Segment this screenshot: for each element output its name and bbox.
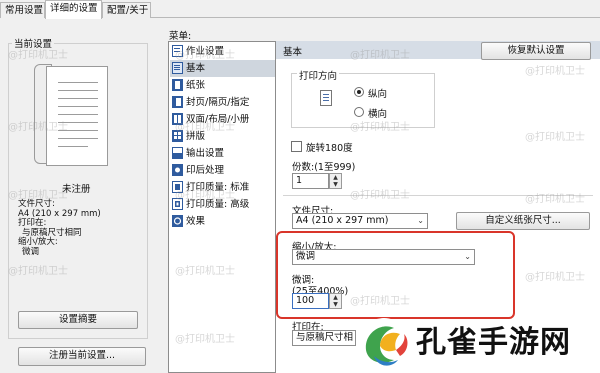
- info-line: 微调: [22, 246, 40, 257]
- landscape-label: 横向: [368, 109, 388, 120]
- menu-label: 菜单:: [169, 31, 192, 42]
- finishing-icon: [172, 164, 183, 176]
- site-logo: 孔雀手游网: [356, 314, 600, 373]
- menu-item-quality-advanced[interactable]: 打印质量: 高级: [170, 196, 275, 213]
- up-arrow-icon[interactable]: ▲: [330, 174, 341, 181]
- effects-icon: [172, 215, 183, 227]
- tab-strip: 常用设置 详细的设置 配置/关于: [0, 0, 600, 19]
- job-settings-icon: [172, 45, 183, 57]
- imposition-icon: [172, 130, 183, 142]
- rotate-180-label: 旋转180度: [306, 143, 353, 154]
- menu-item-label: 拼版: [186, 131, 206, 142]
- copies-input[interactable]: 1: [292, 173, 329, 189]
- registration-status: 未注册: [62, 184, 91, 195]
- portrait-page-icon: [320, 90, 332, 109]
- tab-detailed-settings[interactable]: 详细的设置: [45, 0, 102, 19]
- cover-icon: [172, 96, 183, 108]
- paper-icon: [172, 79, 183, 91]
- print-on-select[interactable]: 与原稿尺寸相: [292, 330, 356, 346]
- tab-label: 配置/关于: [107, 5, 149, 16]
- menu-item-label: 效果: [186, 216, 206, 227]
- menu-tree: 作业设置 基本 纸张 封页/隔页/指定 双面/布局/小册 拼版 输出设置 印后处…: [168, 41, 276, 373]
- menu-item-output-settings[interactable]: 输出设置: [170, 145, 275, 162]
- print-quality-icon: [172, 181, 183, 193]
- orientation-label: 打印方向: [297, 68, 340, 82]
- current-settings-title: 当前设置: [12, 36, 55, 50]
- menu-item-label: 作业设置: [186, 46, 225, 57]
- register-current-settings-button[interactable]: 注册当前设置...: [18, 347, 146, 366]
- menu-item-effects[interactable]: 效果: [170, 213, 275, 230]
- tab-label: 常用设置: [5, 5, 44, 16]
- paper-size-select[interactable]: A4 (210 x 297 mm) ⌄: [292, 213, 428, 229]
- divider: [283, 195, 593, 196]
- menu-item-label: 印后处理: [186, 165, 225, 176]
- pane-title: 基本: [283, 47, 303, 58]
- copies-spinner[interactable]: ▲ ▼: [329, 173, 342, 189]
- restore-defaults-button[interactable]: 恢复默认设置: [481, 42, 591, 60]
- site-logo-text: 孔雀手游网: [416, 325, 571, 360]
- chevron-down-icon: ⌄: [417, 216, 424, 225]
- custom-paper-size-button[interactable]: 自定义纸张尺寸...: [456, 212, 590, 230]
- menu-item-label: 打印质量: 标准: [186, 182, 250, 193]
- output-icon: [172, 147, 183, 159]
- settings-info: 文件尺寸: A4 (210 x 297 mm) 打印在: 与原稿尺寸相同 缩小/…: [18, 199, 101, 257]
- menu-item-basic[interactable]: 基本: [170, 60, 275, 77]
- menu-item-duplex-layout[interactable]: 双面/布局/小册: [170, 111, 275, 128]
- menu-item-label: 输出设置: [186, 148, 225, 159]
- duplex-icon: [172, 113, 183, 125]
- settings-summary-button[interactable]: 设置摘要: [18, 311, 138, 329]
- highlight-box: [276, 231, 515, 319]
- portrait-label: 纵向: [368, 89, 388, 100]
- basic-icon: [172, 62, 183, 74]
- paper-size-value: A4 (210 x 297 mm): [296, 215, 389, 226]
- down-arrow-icon[interactable]: ▼: [330, 181, 341, 188]
- tab-common-settings[interactable]: 常用设置: [0, 2, 45, 18]
- menu-item-cover-insert[interactable]: 封页/隔页/指定: [170, 94, 275, 111]
- menu-item-label: 基本: [186, 63, 206, 74]
- menu-item-paper[interactable]: 纸张: [170, 77, 275, 94]
- menu-item-finishing[interactable]: 印后处理: [170, 162, 275, 179]
- menu-item-label: 封页/隔页/指定: [186, 97, 250, 108]
- peacock-logo-icon: [359, 318, 409, 368]
- menu-item-job-settings[interactable]: 作业设置: [170, 43, 275, 60]
- menu-item-label: 双面/布局/小册: [186, 114, 250, 125]
- tab-config-about[interactable]: 配置/关于: [102, 2, 151, 18]
- landscape-radio[interactable]: [354, 107, 364, 117]
- tab-label: 详细的设置: [50, 3, 98, 14]
- portrait-radio[interactable]: [354, 87, 364, 97]
- menu-item-imposition[interactable]: 拼版: [170, 128, 275, 145]
- menu-item-label: 纸张: [186, 80, 206, 91]
- copies-label: 份数:(1至999): [292, 162, 356, 173]
- menu-item-quality-standard[interactable]: 打印质量: 标准: [170, 179, 275, 196]
- menu-item-label: 打印质量: 高级: [186, 199, 250, 210]
- rotate-180-checkbox[interactable]: [291, 141, 302, 152]
- booklet-preview-icon: [30, 60, 130, 170]
- print-quality-advanced-icon: [172, 198, 183, 210]
